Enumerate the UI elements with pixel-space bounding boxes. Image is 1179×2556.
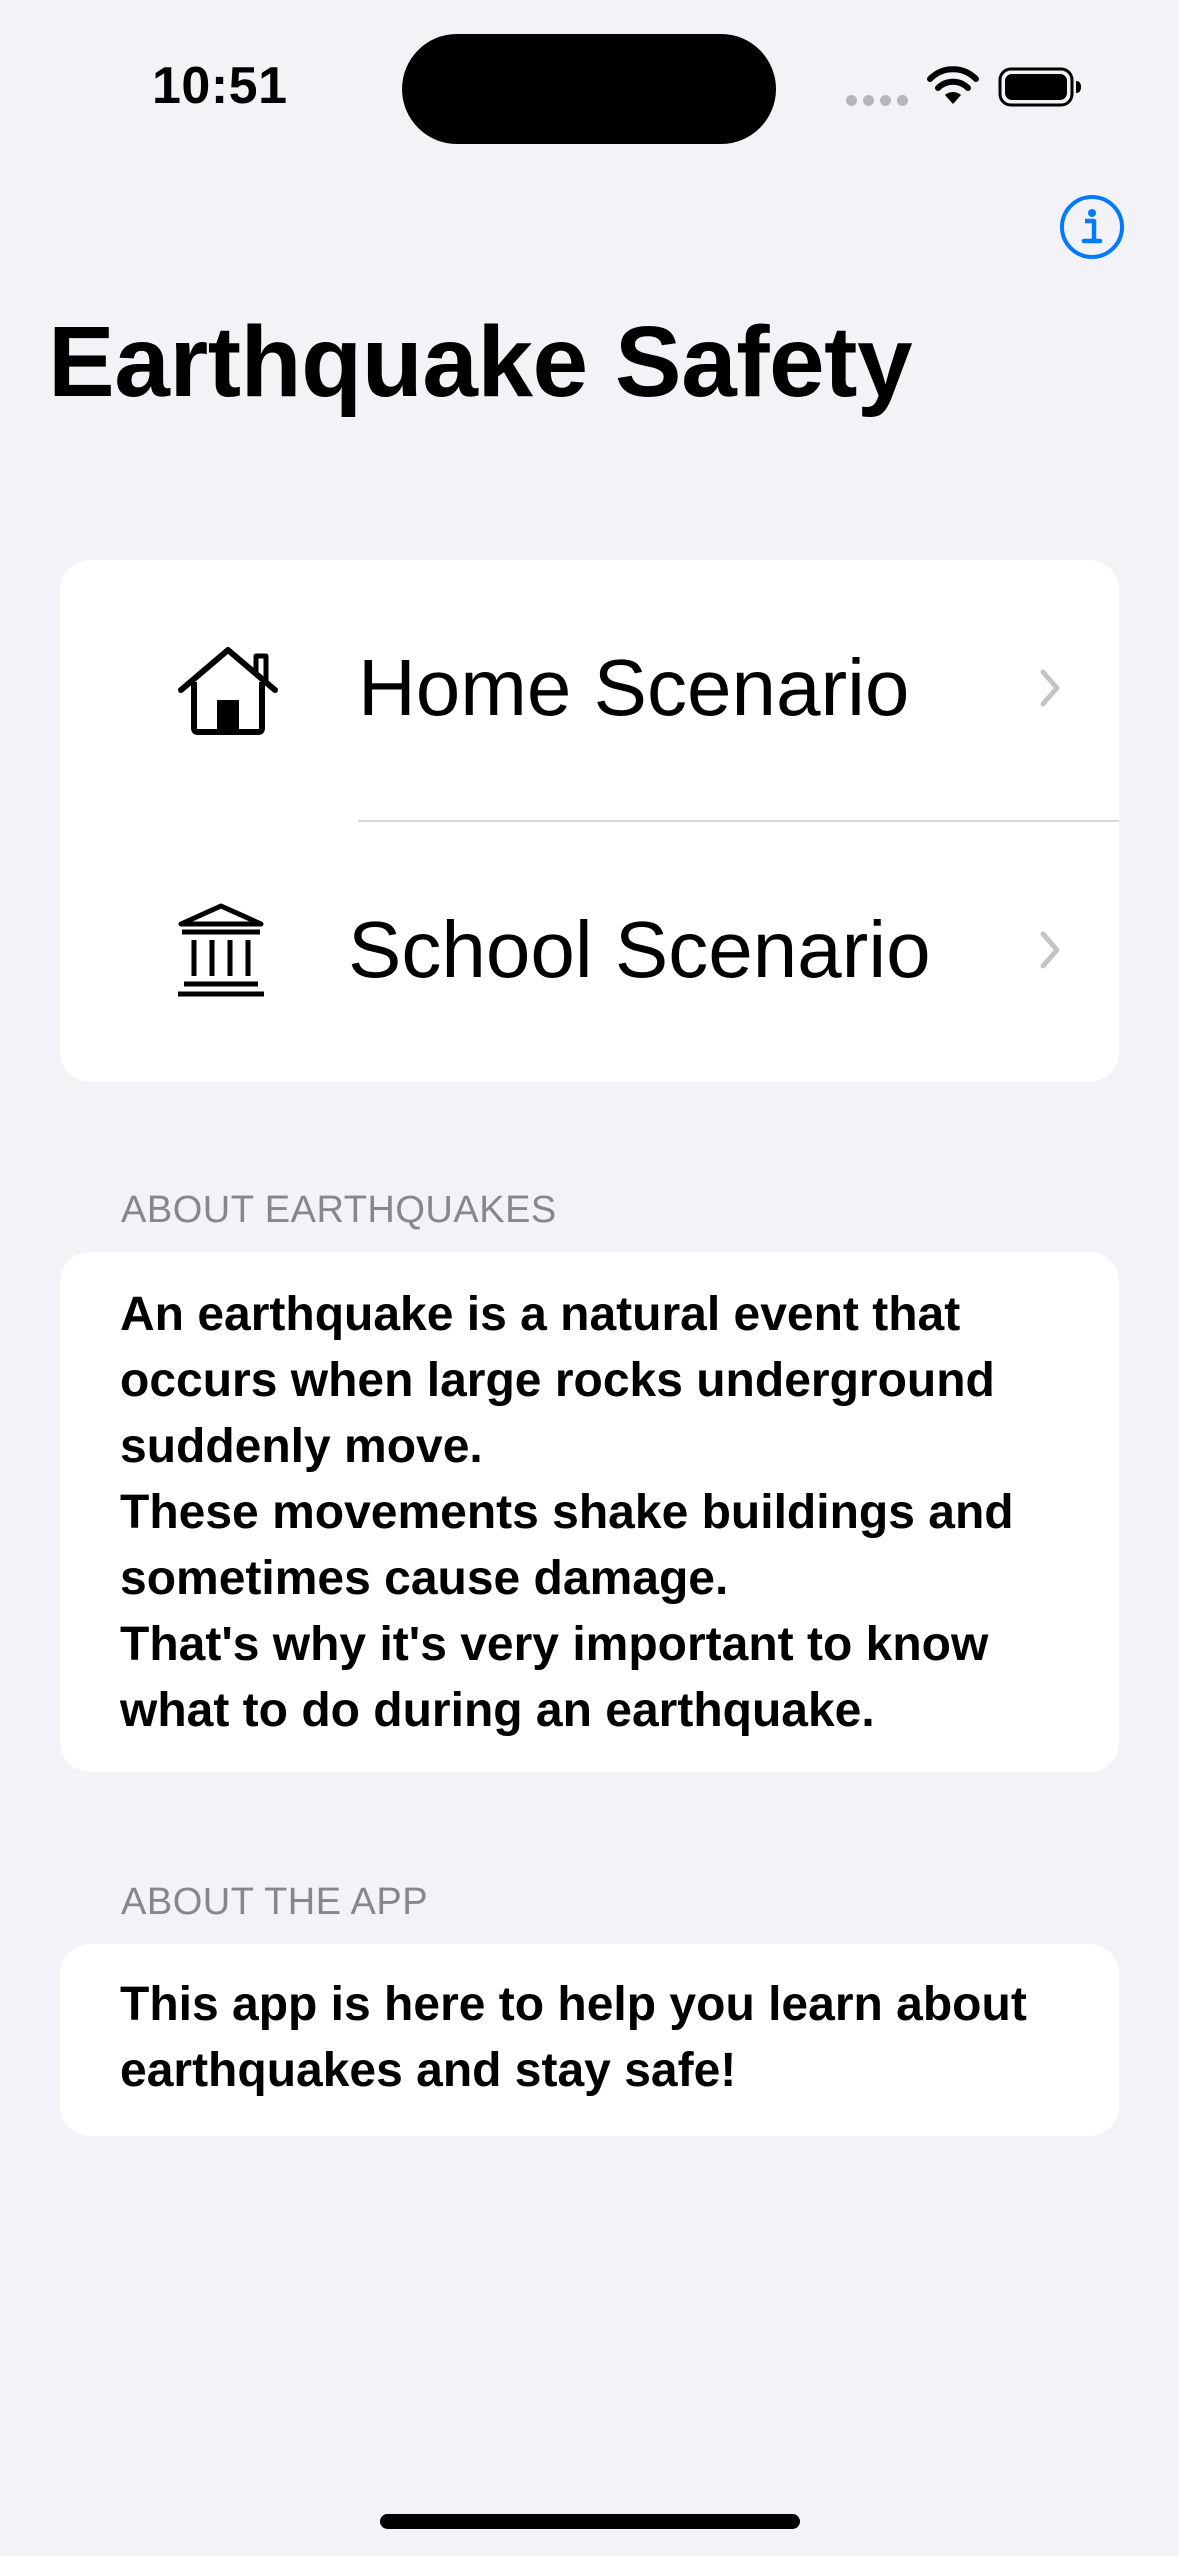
about-earthquakes-card: An earthquake is a natural event that oc… (60, 1252, 1119, 1772)
home-scenario-row[interactable]: Home Scenario (60, 560, 1119, 820)
about-app-header: ABOUT THE APP (121, 1881, 429, 1923)
wifi-icon (927, 66, 979, 104)
chevron-right-icon (1040, 669, 1060, 707)
status-bar: 10:51 (0, 0, 1179, 160)
battery-icon (998, 67, 1081, 107)
chevron-right-icon (1040, 931, 1060, 969)
house-icon (178, 647, 278, 735)
status-time: 10:51 (152, 57, 288, 115)
about-earthquakes-text: An earthquake is a natural event that oc… (120, 1288, 1014, 1737)
about-app-card: This app is here to help you learn about… (60, 1944, 1119, 2136)
dynamic-island (402, 34, 776, 144)
building-columns-icon (178, 903, 264, 997)
info-button[interactable] (1058, 193, 1126, 261)
about-earthquakes-header: ABOUT EARTHQUAKES (121, 1189, 557, 1231)
home-indicator[interactable] (380, 2514, 800, 2529)
about-app-text: This app is here to help you learn about… (120, 1978, 1027, 2097)
cellular-signal-icon (846, 95, 908, 106)
school-scenario-row[interactable]: School Scenario (60, 822, 1119, 1082)
page-title: Earthquake Safety (48, 306, 913, 418)
scenario-list: Home Scenario School Scenario (60, 560, 1119, 1082)
school-scenario-label: School Scenario (348, 905, 931, 994)
home-scenario-label: Home Scenario (358, 643, 910, 732)
